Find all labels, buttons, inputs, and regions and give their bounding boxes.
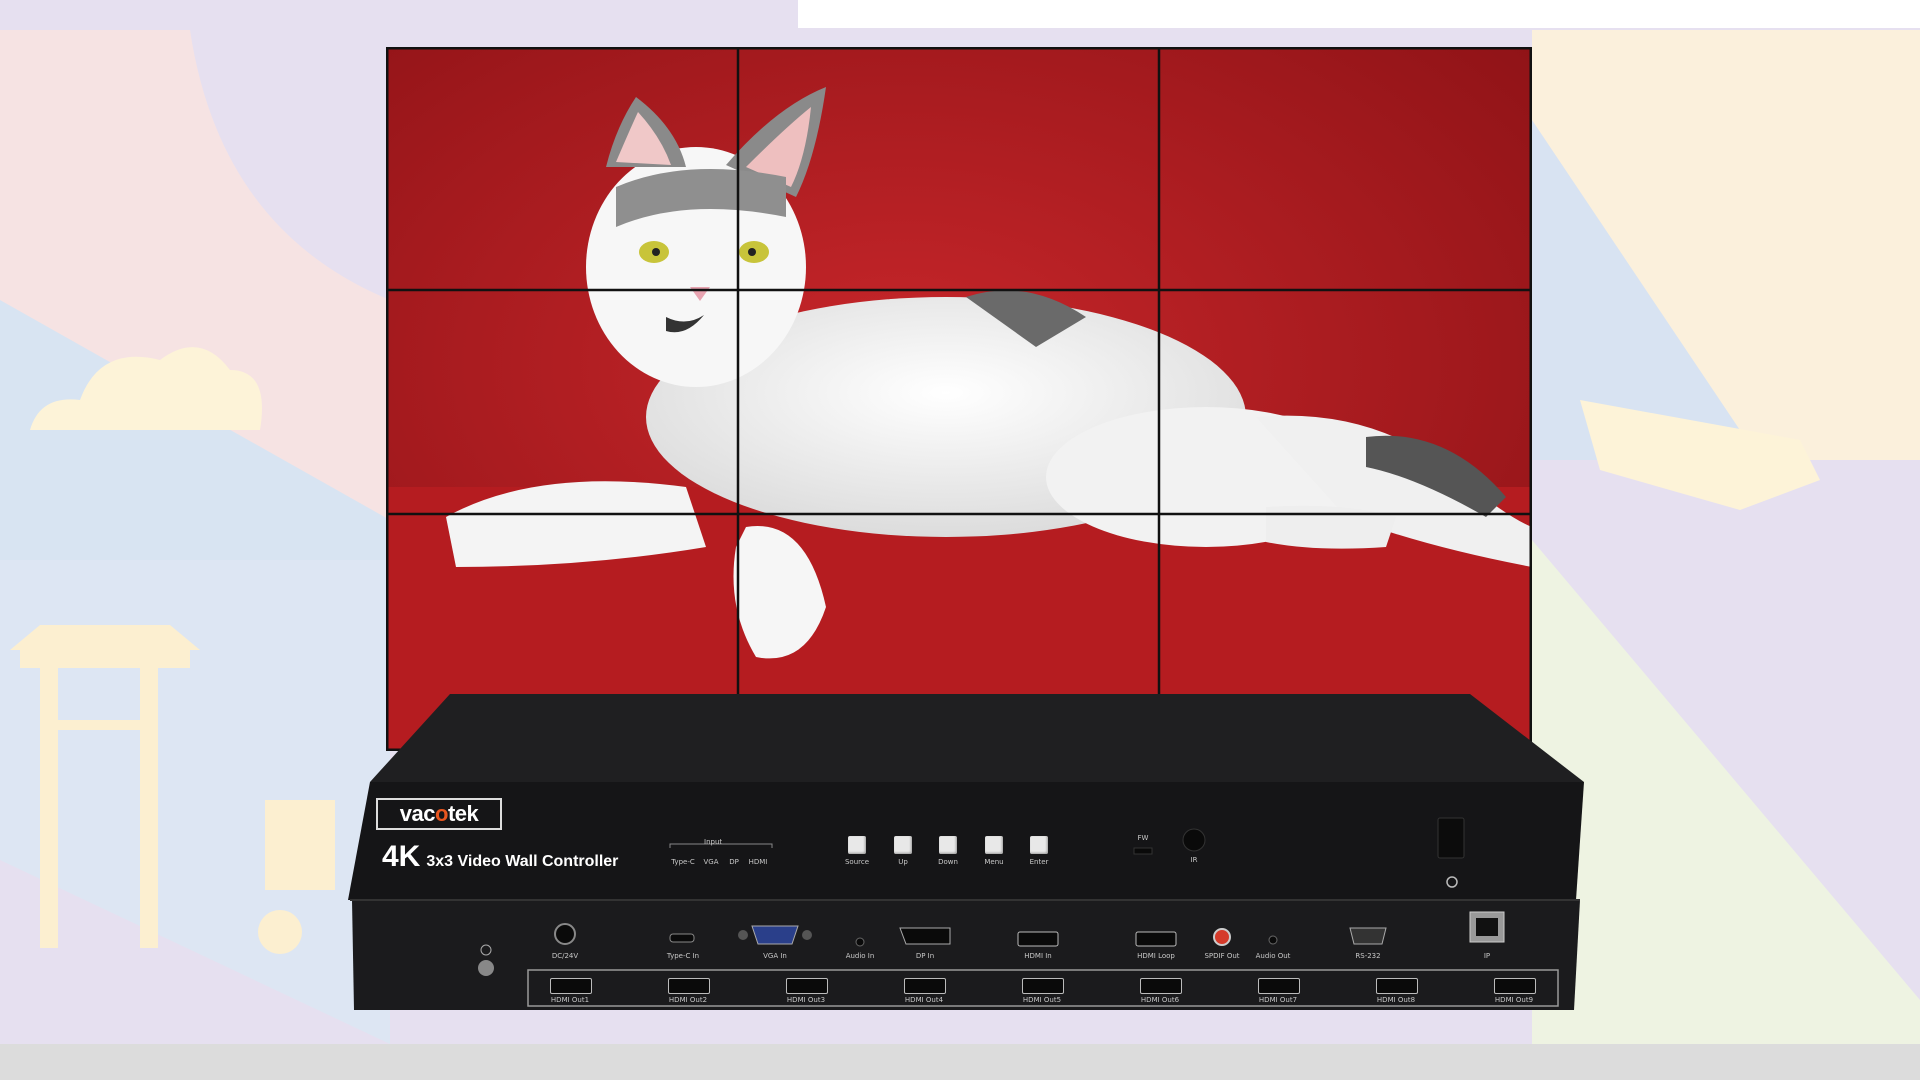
- up-button-label: Up: [898, 858, 908, 866]
- bottom-grey-strip: [0, 1044, 1920, 1080]
- menu-button[interactable]: [985, 836, 1003, 854]
- port-label-hdmi-loop: HDMI Loop: [1137, 952, 1175, 960]
- hdmi-output-label: HDMI Out9: [1494, 996, 1534, 1004]
- input-group-label: Input: [704, 838, 723, 846]
- video-wall-controller: vacotek 4K 3x3 Video Wall Controller Inpu…: [340, 690, 1584, 1012]
- port-label-typec-in: Type-C In: [666, 952, 700, 960]
- fw-label: FW: [1137, 834, 1149, 842]
- hdmi-output-port[interactable]: [786, 978, 828, 994]
- enter-button[interactable]: [1030, 836, 1048, 854]
- hdmi-output-label: HDMI Out5: [1022, 996, 1062, 1004]
- port-label-dc: DC/24V: [551, 952, 579, 960]
- hdmi-output-port[interactable]: [1140, 978, 1182, 994]
- hdmi-output-port[interactable]: [668, 978, 710, 994]
- hdmi-output-port[interactable]: [904, 978, 946, 994]
- input-label-vga: VGA: [703, 858, 719, 866]
- hdmi-output-port[interactable]: [550, 978, 592, 994]
- port-label-rs232: RS-232: [1355, 952, 1381, 960]
- hdmi-output-port[interactable]: [1494, 978, 1536, 994]
- input-label-dp: DP: [729, 858, 739, 866]
- up-button[interactable]: [894, 836, 912, 854]
- ir-label: IR: [1190, 856, 1198, 864]
- hdmi-output-label: HDMI Out4: [904, 996, 944, 1004]
- down-button[interactable]: [939, 836, 957, 854]
- port-label-hdmi-in: HDMI In: [1024, 952, 1052, 960]
- port-label-dp-in: DP In: [915, 952, 935, 960]
- video-wall-3x3: [386, 47, 1532, 751]
- video-wall-image: [386, 47, 1532, 751]
- input-label-hdmi: HDMI: [748, 858, 768, 866]
- brand-logo: vacotek: [376, 798, 502, 830]
- hdmi-output-label: HDMI Out8: [1376, 996, 1416, 1004]
- source-button-label: Source: [844, 858, 870, 866]
- port-label-vga-in: VGA In: [763, 952, 787, 960]
- input-label-typec: Type-C: [671, 858, 695, 866]
- port-label-spdif-out: SPDIF Out: [1204, 952, 1240, 960]
- enter-button-label: Enter: [1029, 858, 1049, 866]
- top-white-strip: [798, 0, 1920, 28]
- hdmi-output-port[interactable]: [1258, 978, 1300, 994]
- port-label-audio-out: Audio Out: [1255, 952, 1291, 960]
- hdmi-output-label: HDMI Out2: [668, 996, 708, 1004]
- port-label-ip: IP: [1483, 952, 1491, 960]
- source-button[interactable]: [848, 836, 866, 854]
- hdmi-output-label: HDMI Out1: [550, 996, 590, 1004]
- down-button-label: Down: [938, 858, 958, 866]
- hdmi-output-label: HDMI Out6: [1140, 996, 1180, 1004]
- hdmi-output-label: HDMI Out3: [786, 996, 826, 1004]
- hdmi-output-label: HDMI Out7: [1258, 996, 1298, 1004]
- hdmi-output-port[interactable]: [1022, 978, 1064, 994]
- product-title: 4K 3x3 Video Wall Controller: [382, 840, 619, 873]
- port-label-audio-in: Audio In: [845, 952, 875, 960]
- hdmi-output-port[interactable]: [1376, 978, 1418, 994]
- menu-button-label: Menu: [984, 858, 1004, 866]
